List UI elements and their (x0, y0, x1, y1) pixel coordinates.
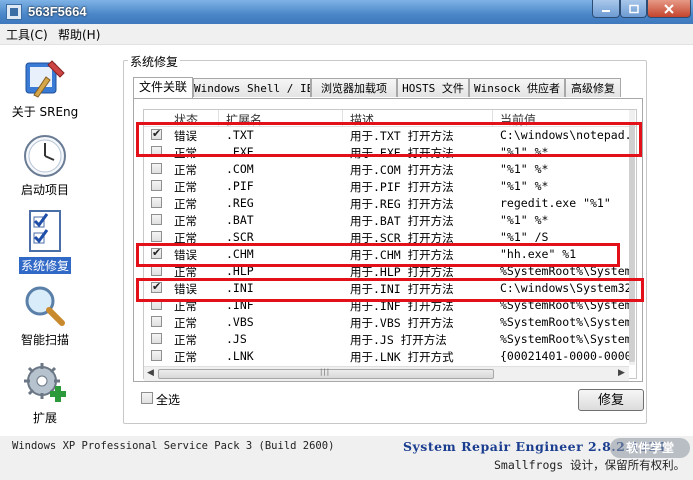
menu-help[interactable]: 帮助(H) (58, 26, 100, 43)
minimize-icon (602, 9, 610, 12)
value-cell: "%1" %* (500, 162, 549, 176)
table-row[interactable]: 正常 .BAT 用于.BAT 打开方法 "%1" %* (144, 212, 624, 229)
highlight-box-chm (136, 243, 620, 267)
tab-browser-addons[interactable]: 浏览器加载项 (311, 78, 397, 97)
tab-file-association[interactable]: 文件关联 (133, 77, 193, 98)
sidebar-item-about[interactable]: 关于 SREng (0, 55, 90, 120)
extension-cell: .COM (226, 162, 254, 176)
tab-winsock-provider[interactable]: Winsock 供应者 (469, 78, 565, 97)
value-cell: regedit.exe "%1" (500, 196, 611, 210)
scroll-left-icon[interactable]: ◀ (147, 368, 154, 378)
status-cell: 正常 (174, 333, 197, 347)
copyright-text: Smallfrogs 设计，保留所有权利。 (494, 458, 686, 472)
table-row[interactable]: 正常 .COM 用于.COM 打开方法 "%1" %* (144, 161, 624, 178)
checkbox[interactable] (141, 392, 153, 404)
window-title: 563F5664 (28, 4, 87, 19)
highlight-box-ini (136, 278, 644, 302)
status-cell: 正常 (174, 350, 197, 364)
extension-cell: .LNK (226, 349, 254, 363)
extension-cell: .SCR (226, 230, 254, 244)
horizontal-scrollbar[interactable]: ◀ ||| ▶ (144, 366, 629, 381)
magnifier-icon (22, 283, 68, 329)
description-cell: 用于.REG 打开方法 (350, 197, 454, 211)
description-cell: 用于.PIF 打开方法 (350, 180, 454, 194)
menu-tools[interactable]: 工具(C) (6, 26, 48, 43)
value-cell: {00021401-0000-0000-C0 (500, 349, 634, 363)
sidebar-item-label: 扩展 (32, 411, 57, 425)
title-bar[interactable]: 563F5664 (0, 0, 693, 24)
row-checkbox[interactable] (151, 316, 162, 327)
row-checkbox[interactable] (151, 231, 162, 242)
repair-button[interactable]: 修复 (578, 389, 644, 411)
status-cell: 正常 (174, 163, 197, 177)
sidebar-item-startup[interactable]: 启动项目 (0, 133, 90, 198)
close-button[interactable] (647, 0, 691, 18)
status-cell: 正常 (174, 214, 197, 228)
gear-add-icon (22, 361, 68, 407)
extension-cell: .BAT (226, 213, 254, 227)
row-checkbox[interactable] (151, 180, 162, 191)
select-all-label: 全选 (156, 393, 181, 407)
table-row[interactable]: 正常 .LNK 用于.LNK 打开方式 {00021401-0000-0000-C0 (144, 348, 634, 365)
maximize-button[interactable] (620, 0, 647, 18)
extension-cell: .PIF (226, 179, 254, 193)
value-cell: %SystemRoot%\System32\ (500, 315, 634, 329)
status-cell: 正常 (174, 197, 197, 211)
sidebar-item-label: 启动项目 (20, 183, 69, 197)
status-bar: Windows XP Professional Service Pack 3 (… (0, 436, 693, 480)
group-title: 系统修复 (128, 53, 181, 70)
tab-windows-shell-ie[interactable]: Windows Shell / IE (193, 78, 311, 97)
row-checkbox[interactable] (151, 163, 162, 174)
app-icon (6, 4, 22, 20)
description-cell: 用于.BAT 打开方法 (350, 214, 454, 228)
scroll-thumb[interactable] (629, 122, 635, 362)
table-row[interactable]: 正常 .REG 用于.REG 打开方法 regedit.exe "%1" (144, 195, 624, 212)
value-cell: "%1" /S (500, 230, 549, 244)
sidebar-item-label: 智能扫描 (20, 333, 69, 347)
extension-cell: .REG (226, 196, 254, 210)
sidebar-item-label: 关于 SREng (11, 105, 79, 119)
highlight-box-txt (136, 122, 642, 157)
description-cell: 用于.LNK 打开方式 (350, 350, 454, 364)
menu-bar: 工具(C) 帮助(H) (0, 24, 693, 45)
description-cell: 用于.VBS 打开方法 (350, 316, 454, 330)
os-version-text: Windows XP Professional Service Pack 3 (… (12, 440, 335, 452)
clock-icon (22, 133, 68, 179)
value-cell: "%1" %* (500, 179, 549, 193)
tab-hosts-file[interactable]: HOSTS 文件 (397, 78, 469, 97)
description-cell: 用于.COM 打开方法 (350, 163, 454, 177)
value-cell: "%1" %* (500, 213, 549, 227)
sidebar: 关于 SREng 启动项目 系统修复 智能扫描 扩展 (0, 45, 90, 435)
table-row[interactable]: 正常 .PIF 用于.PIF 打开方法 "%1" %* (144, 178, 624, 195)
scroll-grip-icon: ||| (320, 368, 331, 376)
minimize-button[interactable] (592, 0, 620, 18)
checklist-icon (22, 209, 68, 255)
row-checkbox[interactable] (151, 333, 162, 344)
watermark-logo: 软件学堂 (610, 438, 690, 458)
status-cell: 正常 (174, 180, 197, 194)
extension-cell: .JS (226, 332, 247, 346)
scroll-right-icon[interactable]: ▶ (618, 368, 625, 378)
sidebar-item-label: 系统修复 (18, 257, 71, 274)
row-checkbox[interactable] (151, 350, 162, 361)
value-cell: %SystemRoot%\System32\ (500, 332, 634, 346)
row-checkbox[interactable] (151, 197, 162, 208)
sidebar-item-extension[interactable]: 扩展 (0, 361, 90, 426)
sidebar-item-system-repair[interactable]: 系统修复 (0, 209, 90, 274)
toolbox-icon (22, 55, 68, 101)
close-icon (664, 3, 674, 14)
row-checkbox[interactable] (151, 214, 162, 225)
table-row[interactable]: 正常 .VBS 用于.VBS 打开方法 %SystemRoot%\System32\ (144, 314, 634, 331)
sidebar-item-smart-scan[interactable]: 智能扫描 (0, 283, 90, 348)
table-row[interactable]: 正常 .JS 用于.JS 打开方法 %SystemRoot%\System32\ (144, 331, 634, 348)
extension-cell: .VBS (226, 315, 254, 329)
maximize-icon (628, 4, 639, 13)
description-cell: 用于.JS 打开方法 (350, 333, 447, 347)
tab-advanced-repair[interactable]: 高级修复 (565, 78, 621, 97)
status-cell: 正常 (174, 316, 197, 330)
